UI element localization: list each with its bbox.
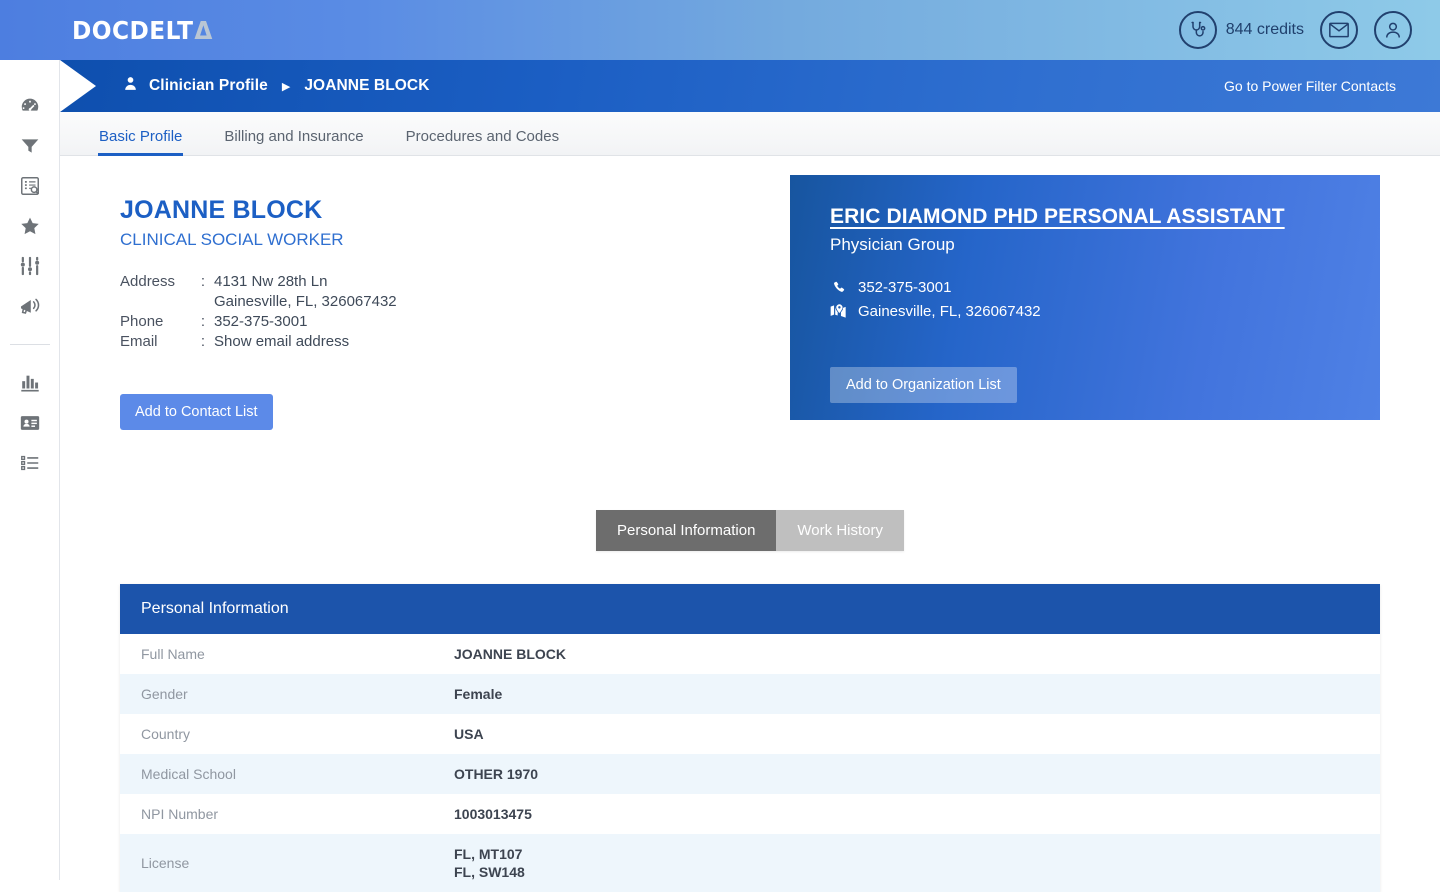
credits-label: 844 credits (1226, 21, 1304, 39)
profile-field-phone: Phone : 352-375-3001 (120, 312, 740, 332)
row-value-line: 1003013475 (454, 805, 532, 823)
table-row: Full Name JOANNE BLOCK (120, 634, 1380, 674)
toggle-personal-information[interactable]: Personal Information (596, 510, 776, 551)
row-key: Country (120, 715, 454, 753)
row-key: Medical School (120, 755, 454, 793)
organization-name-link[interactable]: ERIC DIAMOND PHD PERSONAL ASSISTANT (830, 205, 1340, 229)
field-value: 352-375-3001 (214, 312, 307, 332)
person-icon (122, 75, 139, 97)
tab-procedures-and-codes[interactable]: Procedures and Codes (406, 128, 559, 155)
table-row: Gender Female (120, 674, 1380, 714)
profile-fields: Address : 4131 Nw 28th Ln Gainesville, F… (120, 272, 740, 352)
organization-location-row: Gainesville, FL, 326067432 (830, 301, 1340, 322)
sidebar-item-lists[interactable] (10, 443, 50, 483)
row-key: Full Name (120, 635, 454, 673)
logo-text: DOCDELT (72, 16, 193, 45)
app-header: DOCDELTΔ 844 credits (0, 0, 1440, 60)
row-value-line: FL, SW148 (454, 863, 525, 881)
phone-icon (830, 280, 847, 295)
field-colon: : (192, 272, 214, 312)
field-colon: : (192, 312, 214, 332)
table-row: License FL, MT107 FL, SW148 (120, 834, 1380, 892)
sidebar-item-analytics[interactable] (10, 363, 50, 403)
page-title: JOANNE BLOCK (120, 196, 740, 225)
organization-location: Gainesville, FL, 326067432 (858, 301, 1041, 322)
row-key: License (120, 844, 454, 882)
sidebar (0, 60, 60, 880)
row-value-line: Female (454, 685, 502, 703)
logo-delta-glyph: Δ (194, 16, 212, 45)
tab-bar: Basic Profile Billing and Insurance Proc… (60, 112, 1440, 156)
map-marker-icon (830, 304, 847, 319)
row-value-line: FL, MT107 (454, 845, 525, 863)
table-row: Medical School OTHER 1970 (120, 754, 1380, 794)
add-to-contact-list-button[interactable]: Add to Contact List (120, 394, 273, 430)
sidebar-item-dashboard[interactable] (10, 86, 50, 126)
table-title: Personal Information (120, 584, 1380, 634)
section-toggle: Personal Information Work History (60, 510, 1440, 551)
table-row: NPI Number 1003013475 (120, 794, 1380, 834)
row-value: FL, MT107 FL, SW148 (454, 834, 525, 892)
toggle-group: Personal Information Work History (596, 510, 904, 551)
add-to-organization-list-button[interactable]: Add to Organization List (830, 367, 1017, 403)
sidebar-item-settings-sliders[interactable] (10, 246, 50, 286)
breadcrumb-current: JOANNE BLOCK (304, 77, 429, 95)
sidebar-divider (10, 344, 50, 345)
show-email-address-link[interactable]: Show email address (214, 332, 349, 352)
row-value: 1003013475 (454, 794, 532, 834)
field-label: Address (120, 272, 192, 312)
row-value: OTHER 1970 (454, 754, 538, 794)
sidebar-item-filter[interactable] (10, 126, 50, 166)
tab-basic-profile[interactable]: Basic Profile (99, 128, 182, 155)
row-key: Gender (120, 675, 454, 713)
header-actions: 844 credits (1179, 11, 1412, 49)
profile-field-email: Email : Show email address (120, 332, 740, 352)
breadcrumb-section[interactable]: Clinician Profile (149, 77, 268, 95)
table-row: Country USA (120, 714, 1380, 754)
clinician-profile-block: JOANNE BLOCK CLINICAL SOCIAL WORKER Addr… (120, 196, 740, 430)
profile-specialty: CLINICAL SOCIAL WORKER (120, 230, 740, 250)
address-line-1: 4131 Nw 28th Ln (214, 272, 397, 292)
user-icon[interactable] (1374, 11, 1412, 49)
organization-card: ERIC DIAMOND PHD PERSONAL ASSISTANT Phys… (790, 175, 1380, 420)
tab-billing-and-insurance[interactable]: Billing and Insurance (224, 128, 363, 155)
organization-phone-row: 352-375-3001 (830, 277, 1340, 298)
field-label: Email (120, 332, 192, 352)
sidebar-item-campaigns[interactable] (10, 286, 50, 326)
row-value-line: JOANNE BLOCK (454, 645, 566, 663)
row-value-line: OTHER 1970 (454, 765, 538, 783)
row-value: USA (454, 714, 484, 754)
row-value-line: USA (454, 725, 484, 743)
organization-phone: 352-375-3001 (858, 277, 951, 298)
personal-information-table: Personal Information Full Name JOANNE BL… (120, 584, 1380, 892)
field-label: Phone (120, 312, 192, 332)
envelope-icon[interactable] (1320, 11, 1358, 49)
row-value: Female (454, 674, 502, 714)
organization-contact-lines: 352-375-3001 Gainesville, FL, 326067432 (830, 277, 1340, 322)
breadcrumb: Clinician Profile ▶ JOANNE BLOCK (122, 75, 430, 97)
row-value: JOANNE BLOCK (454, 634, 566, 674)
breadcrumb-bar: Clinician Profile ▶ JOANNE BLOCK Go to P… (60, 60, 1440, 112)
organization-type: Physician Group (830, 235, 1340, 255)
profile-field-address: Address : 4131 Nw 28th Ln Gainesville, F… (120, 272, 740, 312)
field-colon: : (192, 332, 214, 352)
breadcrumb-notch (60, 60, 96, 112)
sidebar-item-contacts[interactable] (10, 403, 50, 443)
stethoscope-icon (1179, 11, 1217, 49)
app-logo[interactable]: DOCDELTΔ (72, 16, 213, 45)
toggle-work-history[interactable]: Work History (776, 510, 904, 551)
chevron-right-icon: ▶ (282, 80, 290, 93)
power-filter-contacts-link[interactable]: Go to Power Filter Contacts (1224, 78, 1396, 94)
credits-indicator[interactable]: 844 credits (1179, 11, 1304, 49)
sidebar-item-search-records[interactable] (10, 166, 50, 206)
field-value: 4131 Nw 28th Ln Gainesville, FL, 3260674… (214, 272, 397, 312)
address-line-2: Gainesville, FL, 326067432 (214, 292, 397, 312)
main-content: JOANNE BLOCK CLINICAL SOCIAL WORKER Addr… (60, 156, 1440, 880)
row-key: NPI Number (120, 795, 454, 833)
sidebar-item-favorites[interactable] (10, 206, 50, 246)
